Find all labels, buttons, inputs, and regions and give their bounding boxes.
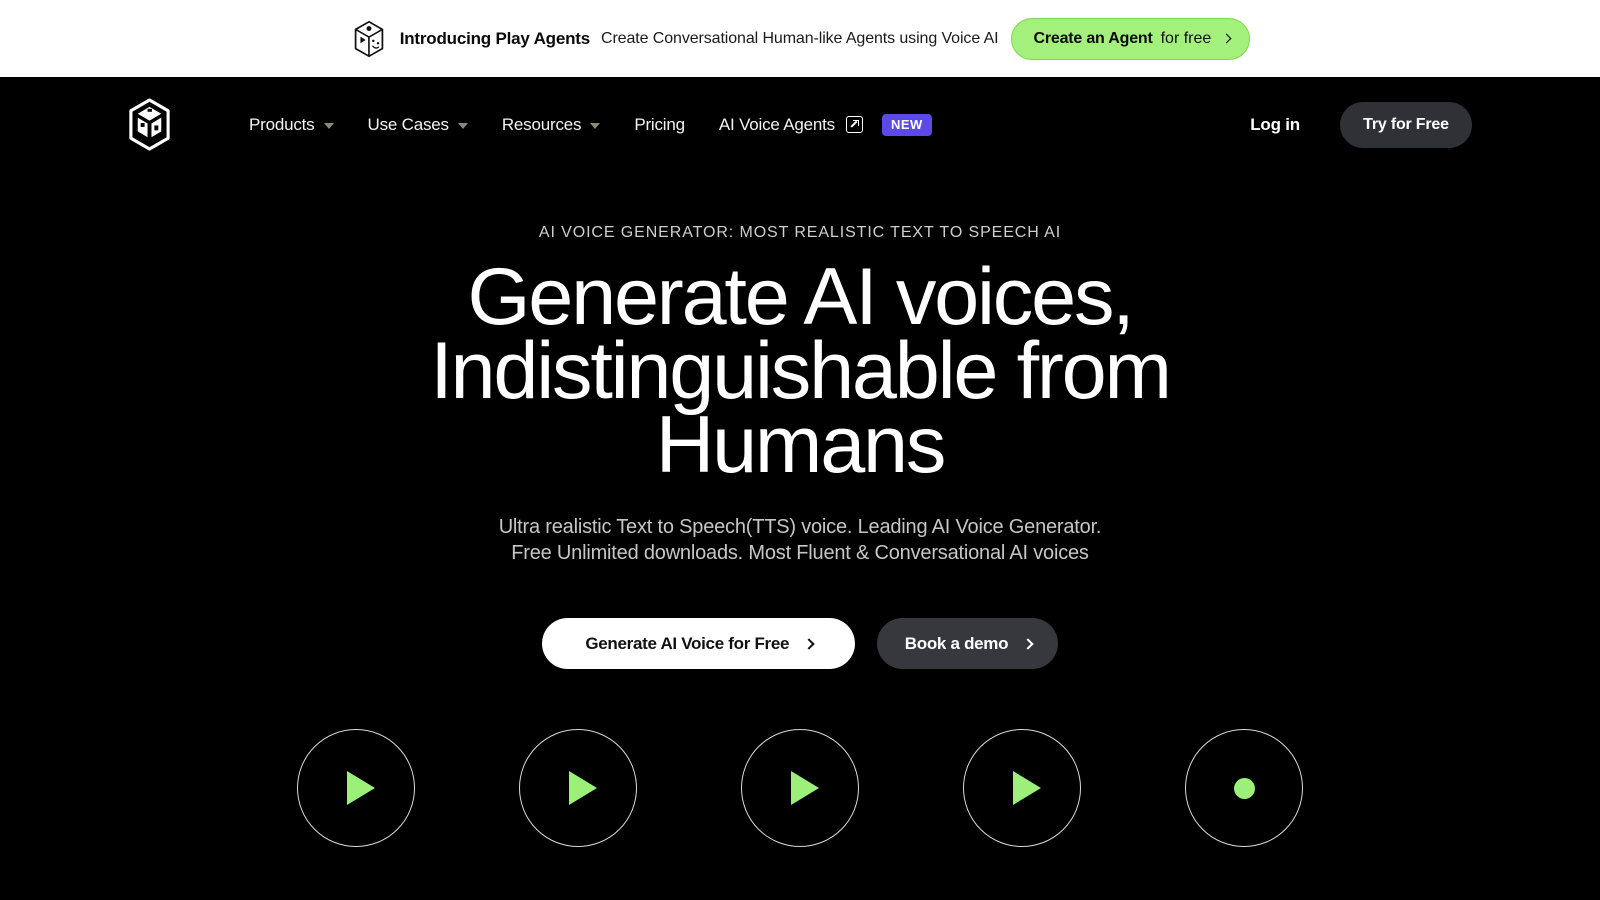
nav-item-label: Resources xyxy=(501,114,582,134)
playht-cube-logo-icon[interactable] xyxy=(126,98,173,151)
banner-cta-sublabel: for free xyxy=(1160,29,1212,47)
hero-cta-row: Generate AI Voice for Free Book a demo xyxy=(0,618,1600,669)
generate-ai-voice-button[interactable]: Generate AI Voice for Free xyxy=(541,618,855,669)
book-a-demo-button[interactable]: Book a demo xyxy=(876,618,1059,669)
login-link[interactable]: Log in xyxy=(1236,107,1314,143)
nav-links: Products Use Cases Resources Pricing AI … xyxy=(232,106,949,144)
nav-item-label: Products xyxy=(249,114,315,134)
banner-headline: Introducing Play Agents xyxy=(399,28,590,48)
chevron-down-icon xyxy=(323,122,334,129)
headline-line-3: Humans xyxy=(655,400,947,490)
main-navigation: Products Use Cases Resources Pricing AI … xyxy=(0,77,1600,172)
book-a-demo-label: Book a demo xyxy=(904,633,1009,653)
create-an-agent-button[interactable]: Create an Agent for free xyxy=(1010,17,1251,60)
generate-ai-voice-label: Generate AI Voice for Free xyxy=(585,633,790,653)
chevron-down-icon xyxy=(590,122,601,129)
nav-actions: Log in Try for Free xyxy=(1236,101,1472,148)
new-badge: NEW xyxy=(881,113,932,136)
banner-description: Create Conversational Human-like Agents … xyxy=(601,29,999,47)
hero-eyebrow: AI VOICE GENERATOR: MOST REALISTIC TEXT … xyxy=(538,224,1062,241)
nav-item-label: AI Voice Agents xyxy=(718,114,835,134)
voice-sample-3[interactable] xyxy=(741,729,859,847)
chevron-down-icon xyxy=(457,122,468,129)
voice-sample-4[interactable] xyxy=(963,729,1081,847)
hero-section: AI VOICE GENERATOR: MOST REALISTIC TEXT … xyxy=(0,172,1600,847)
nav-item-ai-voice-agents[interactable]: AI Voice Agents NEW xyxy=(702,106,949,144)
headline-line-1: Generate AI voices, xyxy=(467,252,1134,342)
hero-subheading: Ultra realistic Text to Speech(TTS) voic… xyxy=(0,514,1600,566)
nav-item-resources[interactable]: Resources xyxy=(485,107,617,143)
headline-line-2: Indistinguishable from xyxy=(430,326,1172,416)
chevron-right-icon xyxy=(803,637,815,650)
play-icon xyxy=(1012,771,1041,805)
nav-item-label: Use Cases xyxy=(367,114,450,134)
voice-sample-1[interactable] xyxy=(297,729,415,847)
record-dot-icon xyxy=(1233,777,1255,799)
nav-item-use-cases[interactable]: Use Cases xyxy=(351,107,485,143)
play-box-logo-icon xyxy=(354,20,383,57)
play-icon xyxy=(346,771,375,805)
subhead-line-2: Free Unlimited downloads. Most Fluent & … xyxy=(511,542,1089,564)
external-link-icon xyxy=(845,116,863,133)
subhead-line-1: Ultra realistic Text to Speech(TTS) voic… xyxy=(498,516,1102,538)
voice-sample-5[interactable] xyxy=(1185,729,1303,847)
banner-cta-label: Create an Agent xyxy=(1033,29,1153,47)
voice-sample-row xyxy=(0,729,1600,847)
page-title: Generate AI voices, Indistinguishable fr… xyxy=(0,252,1600,490)
play-icon xyxy=(568,771,597,805)
chevron-right-icon xyxy=(1221,33,1232,44)
nav-item-pricing[interactable]: Pricing xyxy=(617,107,702,143)
nav-item-products[interactable]: Products xyxy=(232,107,351,143)
nav-item-label: Pricing xyxy=(634,114,685,134)
chevron-right-icon xyxy=(1022,637,1034,650)
voice-sample-2[interactable] xyxy=(519,729,637,847)
try-for-free-button[interactable]: Try for Free xyxy=(1340,101,1472,148)
play-icon xyxy=(790,771,819,805)
announcement-banner: Introducing Play Agents Create Conversat… xyxy=(0,0,1600,77)
